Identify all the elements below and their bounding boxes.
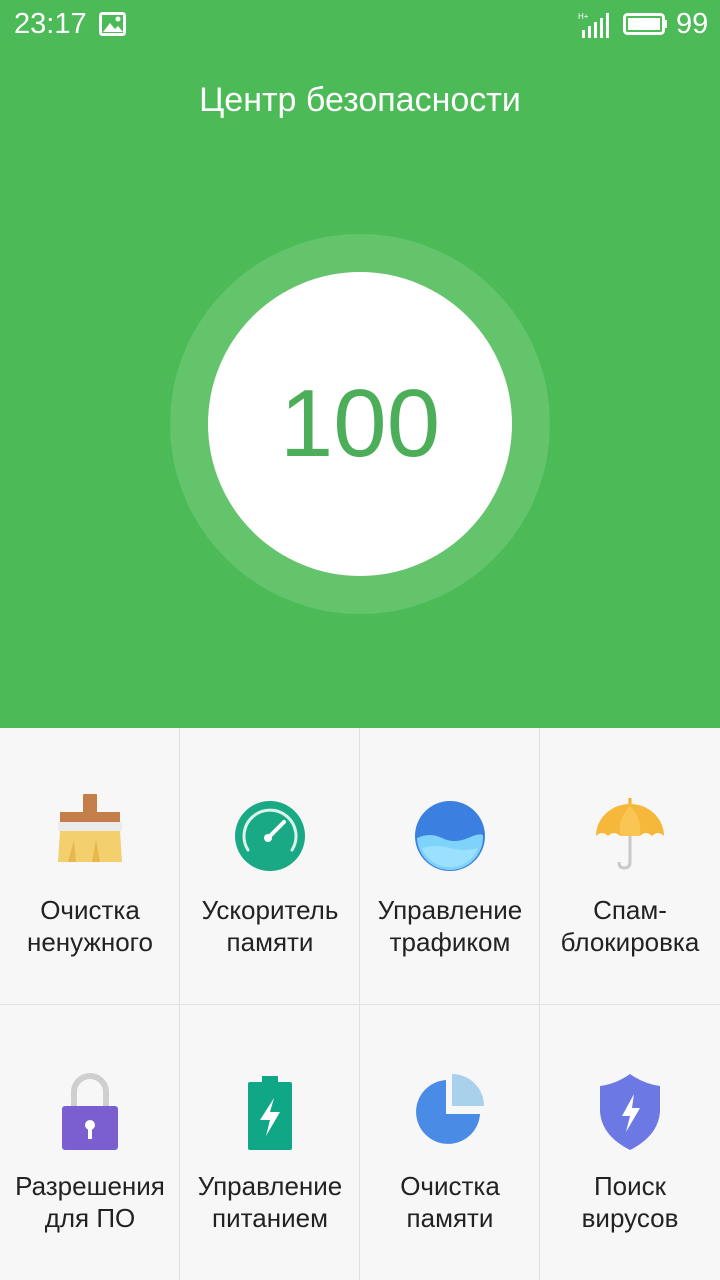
broom-icon — [58, 794, 122, 862]
umbrella-icon — [596, 798, 664, 870]
page-title: Центр безопасности — [199, 81, 521, 119]
tool-power-manager[interactable]: Управление питанием — [180, 1004, 360, 1280]
tool-label: Очистка ненужного — [26, 895, 154, 957]
tool-label: Управление трафиком — [377, 895, 523, 957]
tool-label: Поиск вирусов — [581, 1171, 679, 1233]
tool-app-permissions[interactable]: Разрешения для ПО — [0, 1004, 180, 1280]
pie-chart-icon — [416, 1074, 484, 1144]
battery-charging-icon — [248, 1076, 292, 1150]
tool-label: Очистка памяти — [400, 1171, 500, 1233]
signal-icon: H+ — [578, 12, 609, 38]
shield-icon — [600, 1074, 660, 1150]
tool-junk-cleaner[interactable]: Очистка ненужного — [0, 728, 180, 1004]
security-score: 100 — [279, 370, 441, 477]
tool-memory-booster[interactable]: Ускоритель памяти — [180, 728, 360, 1004]
status-bar: 23:17 H+ 99 — [0, 0, 720, 48]
tool-spam-blocker[interactable]: Спам-блокировка — [540, 728, 720, 1004]
tool-label: Ускоритель памяти — [201, 895, 339, 957]
tool-memory-cleaner[interactable]: Очистка памяти — [360, 1004, 540, 1280]
header-panel: 23:17 H+ 99 Центр безопасности 100 — [0, 0, 720, 728]
tool-label: Спам-блокировка — [560, 895, 700, 957]
network-type-label: H+ — [578, 12, 589, 21]
gallery-notification-icon — [99, 12, 126, 36]
battery-icon — [623, 13, 667, 35]
grid-divider — [0, 1004, 720, 1005]
status-time: 23:17 — [14, 8, 87, 40]
tool-label: Управление питанием — [197, 1171, 343, 1233]
tool-virus-scan[interactable]: Поиск вирусов — [540, 1004, 720, 1280]
tool-traffic-manager[interactable]: Управление трафиком — [360, 728, 540, 1004]
lock-icon — [62, 1073, 118, 1150]
speedometer-icon — [235, 801, 305, 871]
water-globe-icon — [415, 801, 485, 871]
battery-level: 99 — [676, 8, 709, 40]
tool-label: Разрешения для ПО — [15, 1171, 165, 1233]
